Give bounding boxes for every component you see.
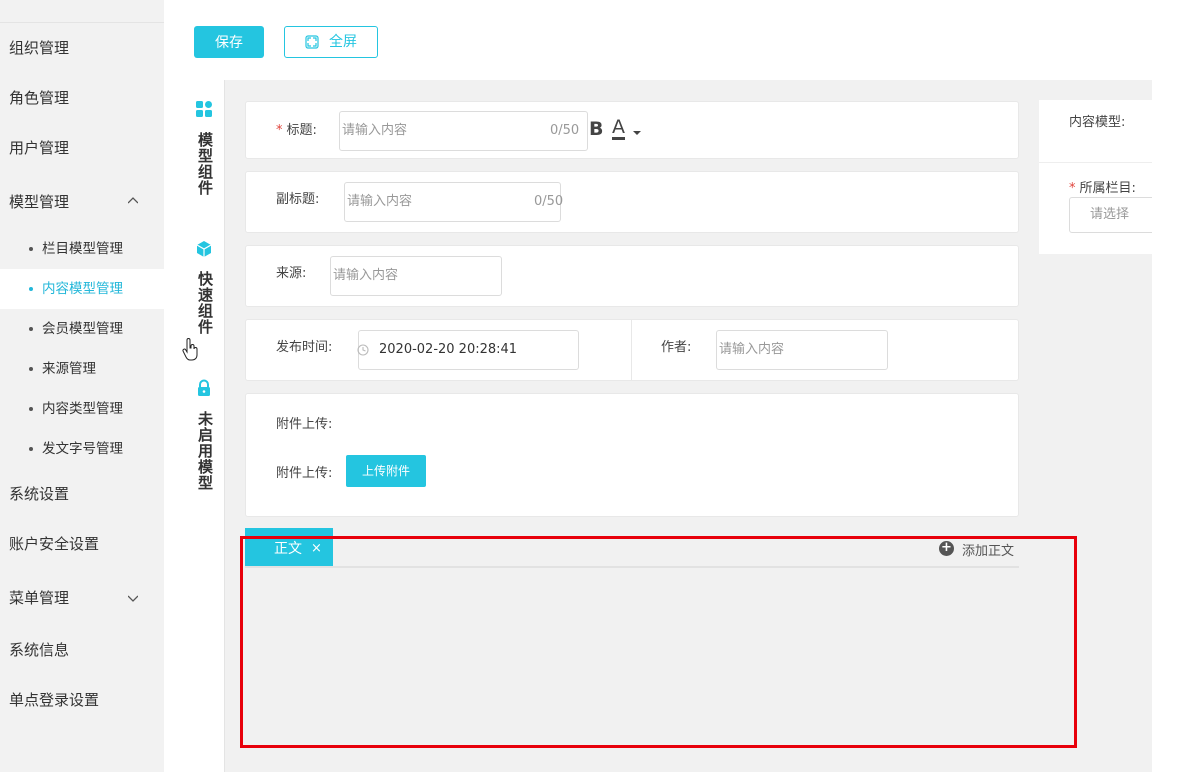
caret-down-icon[interactable]	[633, 130, 641, 136]
content-model-label: 内容模型:	[1069, 115, 1126, 130]
sidebar-subitem-column-model[interactable]: 栏目模型管理	[0, 229, 164, 269]
cube-icon	[196, 241, 212, 257]
sidebar-subitem-content-model[interactable]: 内容模型管理	[0, 269, 164, 309]
column-label: * 所属栏目:	[1069, 177, 1136, 196]
attachment-label: 附件上传:	[276, 417, 333, 432]
publish-time-input[interactable]: 2020-02-20 20:28:41	[358, 330, 579, 370]
grid-icon	[196, 101, 212, 117]
upload-attachment-button[interactable]: 上传附件	[346, 455, 426, 487]
bullet-icon	[29, 367, 33, 371]
sidebar-item-system-settings[interactable]: 系统设置	[9, 483, 69, 504]
column-label-text: 所属栏目:	[1079, 181, 1136, 196]
palette-group-model-components[interactable]: 模型组件	[195, 128, 214, 200]
sidebar-item-sso[interactable]: 单点登录设置	[9, 689, 99, 710]
bullet-icon	[29, 447, 33, 451]
page-right-edge	[1152, 80, 1190, 772]
sidebar-item-model[interactable]: 模型管理	[9, 191, 69, 212]
title-placeholder: 请输入内容	[342, 123, 408, 138]
palette-group-disabled-models[interactable]: 未启用模型	[195, 406, 214, 496]
hand-cursor-icon	[182, 338, 198, 361]
sidebar-item-org[interactable]: 组织管理	[9, 37, 69, 58]
subtitle-char-count: 0/50	[534, 194, 564, 209]
lock-icon	[198, 379, 210, 396]
sidebar-item-user[interactable]: 用户管理	[9, 137, 69, 158]
save-button[interactable]: 保存	[194, 26, 264, 58]
fullscreen-button[interactable]: 全屏	[284, 26, 378, 58]
subtitle-input[interactable]: 请输入内容	[344, 182, 561, 222]
title-char-count: 0/50	[550, 123, 580, 138]
required-mark: *	[276, 123, 283, 138]
source-input[interactable]: 请输入内容	[330, 256, 502, 296]
sidebar-divider	[0, 22, 164, 23]
sidebar-subitem-label: 栏目模型管理	[42, 241, 123, 257]
bold-icon[interactable]: B	[589, 118, 603, 140]
author-label: 作者:	[661, 340, 692, 355]
bullet-icon	[29, 407, 33, 411]
bullet-icon	[29, 327, 33, 331]
title-label-text: 标题:	[286, 123, 317, 138]
required-mark: *	[1069, 181, 1076, 196]
sidebar-subitem-label: 内容类型管理	[42, 401, 123, 417]
sidebar-subitem-member-model[interactable]: 会员模型管理	[0, 309, 164, 349]
publish-time-label: 发布时间:	[276, 340, 333, 355]
sidebar-subitem-label: 内容模型管理	[42, 281, 123, 297]
sidebar-item-role[interactable]: 角色管理	[9, 87, 69, 108]
font-color-icon[interactable]: A	[612, 117, 625, 140]
palette-group-quick-components[interactable]: 快速组件	[195, 267, 214, 339]
chevron-down-icon[interactable]	[128, 593, 138, 603]
source-label: 来源:	[276, 266, 307, 281]
source-placeholder: 请输入内容	[333, 268, 399, 283]
sidebar-subitem-label: 会员模型管理	[42, 321, 123, 337]
subtitle-placeholder: 请输入内容	[347, 194, 413, 209]
column-select[interactable]: 请选择	[1069, 197, 1159, 233]
sidebar-subitem-label: 发文字号管理	[42, 441, 123, 457]
title-label: * 标题:	[276, 119, 317, 138]
bullet-icon	[29, 287, 33, 291]
sidebar-item-system-info[interactable]: 系统信息	[9, 639, 69, 660]
sidebar-item-account-security[interactable]: 账户安全设置	[9, 533, 99, 554]
sidebar-item-menu[interactable]: 菜单管理	[9, 587, 69, 608]
attachment-label-2: 附件上传:	[276, 466, 333, 481]
fullscreen-icon	[305, 35, 319, 49]
panel-divider	[1039, 162, 1152, 163]
bullet-icon	[29, 247, 33, 251]
clock-icon	[357, 344, 369, 356]
sidebar-subitem-source[interactable]: 来源管理	[0, 349, 164, 389]
chevron-up-icon[interactable]	[128, 196, 138, 206]
subtitle-label: 副标题:	[276, 192, 320, 207]
publish-time-value: 2020-02-20 20:28:41	[379, 342, 518, 357]
fullscreen-label: 全屏	[329, 34, 357, 50]
highlight-box	[240, 536, 1077, 748]
sidebar-subitem-label: 来源管理	[42, 361, 96, 377]
author-input[interactable]: 请输入内容	[716, 330, 888, 370]
sidebar-subitem-content-type[interactable]: 内容类型管理	[0, 389, 164, 429]
sidebar-subitem-doc-number[interactable]: 发文字号管理	[0, 429, 164, 469]
author-placeholder: 请输入内容	[719, 342, 785, 357]
card-divider	[631, 320, 632, 380]
